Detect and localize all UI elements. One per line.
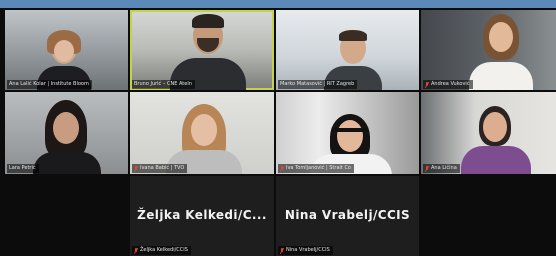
participant-video <box>33 100 101 174</box>
window-top-bar <box>0 0 556 8</box>
participant-name: Bruno Jurić – CNE Ateln <box>132 80 195 89</box>
participant-video <box>469 14 533 90</box>
participant-tile[interactable]: Nina Vrabelj/CCIS Nina Vrabelj/CCIS <box>276 176 419 256</box>
participant-tile[interactable]: Iva Tomljanović | Strait Co <box>276 92 419 174</box>
participant-name: Ana Ličina <box>423 164 460 173</box>
participant-tile[interactable]: Ivana Babić | TVO <box>130 92 274 174</box>
participant-name: Ivana Babić | TVO <box>132 164 188 173</box>
participant-tile[interactable]: Ana Ličina <box>421 92 556 174</box>
participant-video <box>461 106 531 174</box>
participant-tile[interactable]: Bruno Jurić – CNE Ateln <box>130 10 274 90</box>
mic-muted-icon <box>134 247 138 254</box>
participant-tile[interactable]: Marko Matasović | RIT Zagreb <box>276 10 419 90</box>
participant-tile[interactable]: Željka Kelkedi/C... Željka Kelkedi/CCIS <box>130 176 274 256</box>
participant-tile[interactable]: Lara Petrić <box>5 92 128 174</box>
participant-name: Iva Tomljanović | Strait Co <box>278 164 354 173</box>
mic-muted-icon <box>280 247 284 254</box>
participant-name: Lara Petrić <box>7 164 39 173</box>
participant-display-name: Nina Vrabelj/CCIS <box>284 208 411 222</box>
gallery-grid: Ana Lalić Kolar | Institute Bloom Bruno … <box>0 9 556 256</box>
participant-name: Andrea Vuković <box>423 80 473 89</box>
mic-muted-icon <box>134 165 138 172</box>
mic-muted-icon <box>280 165 284 172</box>
participant-name: Nina Vrabelj/CCIS <box>278 246 333 255</box>
participant-display-name: Željka Kelkedi/C... <box>137 208 267 222</box>
participant-tile[interactable]: Andrea Vuković <box>421 10 556 90</box>
mic-muted-icon <box>425 165 429 172</box>
participant-name: Ana Lalić Kolar | Institute Bloom <box>7 80 92 89</box>
participant-name: Željka Kelkedi/CCIS <box>132 246 191 255</box>
participant-video <box>170 12 246 90</box>
participant-tile[interactable]: Ana Lalić Kolar | Institute Bloom <box>5 10 128 90</box>
mic-muted-icon <box>425 81 429 88</box>
participant-name: Marko Matasović | RIT Zagreb <box>278 80 358 89</box>
